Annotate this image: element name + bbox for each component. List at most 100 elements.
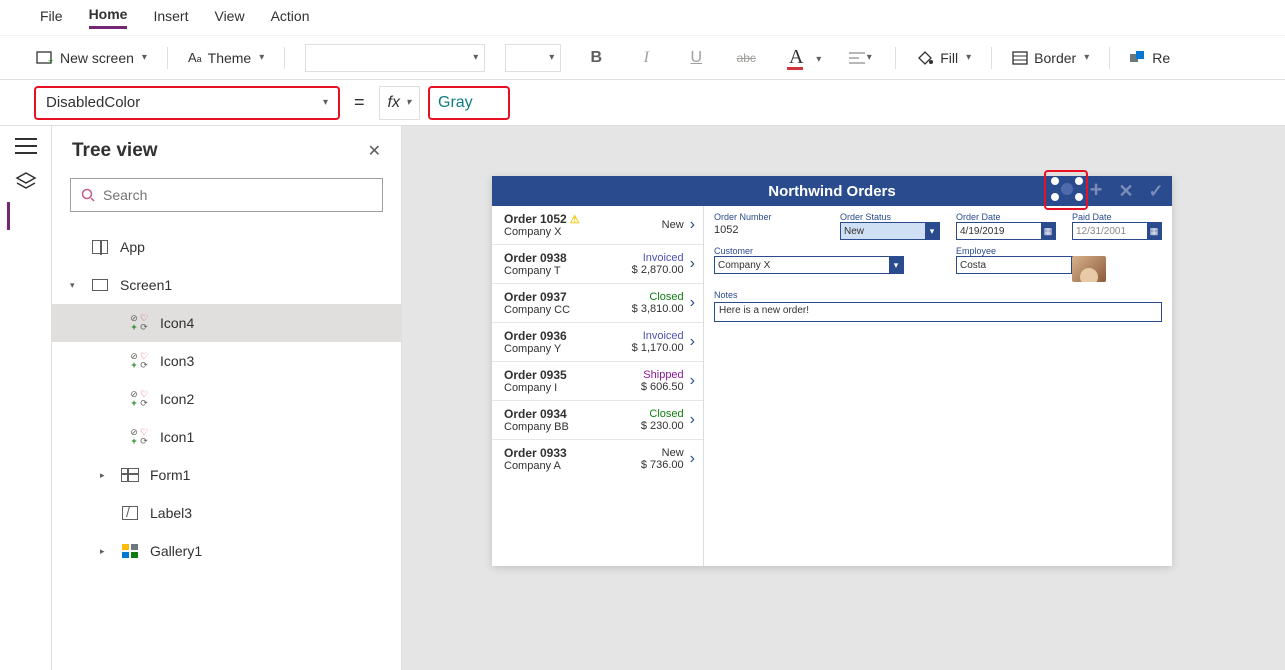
search-icon: [81, 188, 95, 202]
separator: [167, 47, 168, 69]
reorder-button[interactable]: Re: [1130, 50, 1170, 66]
hamburger-button[interactable]: [15, 138, 37, 154]
tree-item-label: Icon2: [160, 391, 194, 407]
order-company: Company Y: [504, 343, 632, 355]
add-icon[interactable]: +: [1086, 180, 1106, 200]
tree-item-icon4[interactable]: ⊘♡+⟳ Icon4: [52, 304, 401, 342]
app-header: Northwind Orders + ✕ ✓: [492, 176, 1172, 206]
tree-view-rail-button[interactable]: [15, 172, 37, 190]
border-button[interactable]: Border ▾: [1012, 50, 1089, 66]
expand-icon[interactable]: ▸: [100, 470, 110, 481]
font-family-select[interactable]: ▾: [305, 44, 485, 72]
order-status-select[interactable]: New▾: [840, 222, 940, 240]
new-screen-label: New screen: [60, 50, 134, 66]
save-icon[interactable]: ✓: [1146, 181, 1166, 201]
search-input[interactable]: [103, 187, 372, 203]
menu-action[interactable]: Action: [271, 8, 310, 28]
tree-item-icon3[interactable]: ⊘♡+⟳ Icon3: [52, 342, 401, 380]
order-status: Closed: [641, 408, 684, 420]
form-icon: [121, 468, 139, 482]
tree-item-icon2[interactable]: ⊘♡+⟳ Icon2: [52, 380, 401, 418]
property-name: DisabledColor: [46, 94, 140, 111]
order-row[interactable]: Order 0938Company TInvoiced$ 2,870.00›: [492, 245, 703, 284]
chevron-down-icon: ▾: [406, 97, 411, 108]
screen-icon: [92, 279, 108, 291]
canvas[interactable]: Northwind Orders + ✕ ✓ Order 1052⚠Compan…: [402, 126, 1285, 670]
bold-button[interactable]: B: [581, 44, 611, 72]
font-size-select[interactable]: ▾: [505, 44, 561, 72]
tree-item-screen1[interactable]: ▾ Screen1: [52, 266, 401, 304]
order-company: Company BB: [504, 421, 641, 433]
border-label: Border: [1034, 50, 1076, 66]
order-title: Order 0933: [504, 446, 641, 460]
close-button[interactable]: ✕: [368, 141, 381, 161]
tree-item-form1[interactable]: ▸ Form1: [52, 456, 401, 494]
menu-file[interactable]: File: [40, 8, 63, 28]
new-screen-button[interactable]: + New screen ▾: [36, 50, 147, 66]
chevron-right-icon: ›: [684, 450, 695, 468]
tree-item-label: Icon3: [160, 353, 194, 369]
cancel-icon[interactable]: ✕: [1116, 181, 1136, 201]
order-row[interactable]: Order 0935Company IShipped$ 606.50›: [492, 362, 703, 401]
menu-home[interactable]: Home: [89, 6, 128, 29]
collapse-icon[interactable]: ▾: [70, 280, 80, 291]
align-button[interactable]: ▾: [845, 44, 875, 72]
employee-avatar: [1072, 256, 1106, 282]
control-icon: ⊘♡+⟳: [130, 429, 150, 445]
order-row[interactable]: Order 1052⚠Company XNew›: [492, 206, 703, 245]
fx-button[interactable]: fx ▾: [379, 86, 420, 120]
order-row[interactable]: Order 0937Company CCClosed$ 3,810.00›: [492, 284, 703, 323]
theme-aa-icon: Aa: [188, 50, 202, 65]
chevron-right-icon: ›: [684, 411, 695, 429]
order-title: Order 1052: [504, 212, 567, 226]
strike-button[interactable]: abc: [731, 44, 761, 72]
property-selector[interactable]: DisabledColor ▾: [34, 86, 340, 120]
date-value: 4/19/2019: [960, 226, 1005, 237]
notes-input[interactable]: Here is a new order!: [714, 302, 1162, 322]
app-title: Northwind Orders: [768, 183, 896, 200]
tree-item-label3[interactable]: Label3: [52, 494, 401, 532]
order-row[interactable]: Order 0933Company ANew$ 736.00›: [492, 440, 703, 478]
tree-header: Tree view ✕: [52, 126, 401, 172]
field-label: Order Status: [840, 212, 940, 222]
menu-view[interactable]: View: [214, 8, 244, 28]
tree-item-label: Label3: [150, 505, 192, 521]
tree-title: Tree view: [72, 140, 158, 162]
menu-insert[interactable]: Insert: [153, 8, 188, 28]
customer-select[interactable]: Company X▾: [714, 256, 904, 274]
separator: [284, 47, 285, 69]
paid-date-input[interactable]: 12/31/2001▦: [1072, 222, 1162, 240]
order-row[interactable]: Order 0936Company YInvoiced$ 1,170.00›: [492, 323, 703, 362]
selected-edit-icon[interactable]: [1050, 176, 1084, 202]
control-icon: ⊘♡+⟳: [130, 391, 150, 407]
tree-item-app[interactable]: App: [52, 228, 401, 266]
separator: [991, 47, 992, 69]
formula-bar: DisabledColor ▾ = fx ▾ Gray: [0, 80, 1285, 126]
order-row[interactable]: Order 0934Company BBClosed$ 230.00›: [492, 401, 703, 440]
font-color-button[interactable]: A▾: [781, 44, 811, 72]
theme-button[interactable]: Aa Theme ▾: [188, 50, 264, 66]
tree-item-icon1[interactable]: ⊘♡+⟳ Icon1: [52, 418, 401, 456]
tree-item-gallery1[interactable]: ▸ Gallery1: [52, 532, 401, 570]
employee-select[interactable]: Costa▾: [956, 256, 1086, 274]
field-label: Paid Date: [1072, 212, 1162, 222]
svg-text:+: +: [48, 56, 53, 65]
chevron-down-icon: ▾: [549, 52, 554, 63]
chevron-down-icon: ▾: [867, 52, 872, 63]
order-gallery[interactable]: Order 1052⚠Company XNew› Order 0938Compa…: [492, 206, 704, 566]
app-icon: [92, 240, 108, 254]
order-title: Order 0938: [504, 251, 632, 265]
app-body: Order 1052⚠Company XNew› Order 0938Compa…: [492, 206, 1172, 566]
fill-button[interactable]: Fill ▾: [916, 50, 971, 66]
italic-button[interactable]: I: [631, 44, 661, 72]
order-date-input[interactable]: 4/19/2019▦: [956, 222, 1056, 240]
formula-input[interactable]: Gray: [428, 86, 510, 120]
expand-icon[interactable]: ▸: [100, 546, 110, 557]
ribbon-toolbar: + New screen ▾ Aa Theme ▾ ▾ ▾ B I U abc …: [0, 36, 1285, 80]
control-icon: ⊘♡+⟳: [130, 353, 150, 369]
order-status: New: [641, 447, 684, 459]
chevron-down-icon: ▾: [323, 97, 328, 108]
tree-search[interactable]: [70, 178, 383, 212]
tree-item-label: Gallery1: [150, 543, 202, 559]
underline-button[interactable]: U: [681, 44, 711, 72]
